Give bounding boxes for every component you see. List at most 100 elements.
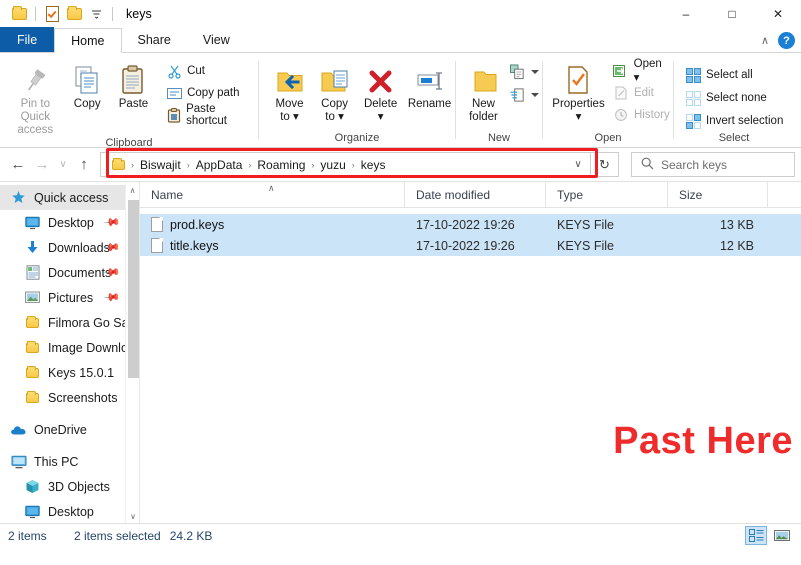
sidebar-item-3d-objects[interactable]: 3D Objects xyxy=(0,474,139,499)
table-row[interactable]: title.keys 17-10-2022 19:26 KEYS File 12… xyxy=(140,235,801,256)
scroll-up-arrow[interactable]: ∧ xyxy=(126,182,139,198)
label: Invert selection xyxy=(706,115,784,127)
scissors-icon xyxy=(166,63,182,79)
pin-icon[interactable]: 📌 xyxy=(103,288,122,307)
breadcrumb-item-biswajit[interactable]: Biswajit xyxy=(135,154,186,175)
3d-objects-icon xyxy=(24,478,41,495)
desktop-icon xyxy=(24,214,41,231)
sidebar-item-onedrive[interactable]: OneDrive xyxy=(0,417,139,442)
ribbon-toolbar: Pin to Quick access Copy Paste Cut Copy … xyxy=(0,53,801,149)
label2: to ▾ xyxy=(325,111,344,123)
breadcrumb-item-roaming[interactable]: Roaming xyxy=(252,154,310,175)
rename-button[interactable]: Rename xyxy=(404,59,455,111)
cut-button[interactable]: Cut xyxy=(163,61,258,81)
help-button[interactable]: ? xyxy=(778,32,795,49)
select-none-button[interactable]: Select none xyxy=(682,88,786,108)
up-button[interactable]: ↑ xyxy=(72,153,96,177)
delete-button[interactable]: Delete ▾ xyxy=(357,59,404,124)
breadcrumb-item-yuzu[interactable]: yuzu xyxy=(315,154,350,175)
pin-to-quick-access-button[interactable]: Pin to Quick access xyxy=(6,59,65,137)
copy-path-button[interactable]: Copy path xyxy=(163,83,258,103)
sidebar-item-desktop[interactable]: Desktop 📌 xyxy=(0,210,139,235)
properties-button[interactable]: Properties ▾ xyxy=(549,59,608,124)
select-all-button[interactable]: Select all xyxy=(682,65,786,85)
copy-button[interactable]: Copy xyxy=(65,59,110,111)
maximize-button[interactable]: □ xyxy=(709,0,755,28)
sidebar-item-pictures[interactable]: Pictures 📌 xyxy=(0,285,139,310)
new-item-button[interactable] xyxy=(507,63,542,81)
minimize-button[interactable]: ‒ xyxy=(663,0,709,28)
title-bar: keys ‒ □ ✕ xyxy=(0,0,801,28)
sidebar-item-this-pc[interactable]: This PC xyxy=(0,449,139,474)
new-folder-icon[interactable] xyxy=(63,4,85,24)
column-header-date-modified[interactable]: Date modified xyxy=(405,181,546,208)
folder-icon[interactable] xyxy=(8,4,30,24)
properties-icon xyxy=(565,61,591,95)
recent-locations-button[interactable]: ∨ xyxy=(54,153,72,177)
paste-here-annotation: Past Here xyxy=(613,420,793,462)
close-button[interactable]: ✕ xyxy=(755,0,801,28)
large-icons-view-button[interactable] xyxy=(771,526,793,545)
paste-shortcut-button[interactable]: Paste shortcut xyxy=(163,103,258,127)
edit-button[interactable]: Edit xyxy=(610,83,673,103)
file-type-cell: KEYS File xyxy=(557,217,614,232)
label: History xyxy=(633,109,670,121)
new-folder-button[interactable]: New folder xyxy=(462,59,505,124)
label: Name xyxy=(151,187,184,202)
scrollbar-thumb[interactable] xyxy=(128,200,139,378)
file-date-cell: 17-10-2022 19:26 xyxy=(416,238,515,253)
properties-icon[interactable] xyxy=(41,4,63,24)
customize-dropdown-icon[interactable] xyxy=(85,4,107,24)
breadcrumb-item-appdata[interactable]: AppData xyxy=(191,154,248,175)
label2: access xyxy=(17,124,54,136)
collapse-ribbon-icon[interactable]: ∧ xyxy=(761,34,769,47)
refresh-button[interactable]: ↻ xyxy=(591,152,619,177)
sidebar-item-filmora-go-save[interactable]: Filmora Go Save xyxy=(0,310,139,335)
label: Copy xyxy=(321,98,348,110)
tab-file[interactable]: File xyxy=(0,27,55,52)
column-header-name[interactable]: Name ∧ xyxy=(140,181,405,208)
file-explorer-window: keys ‒ □ ✕ File Home Share View ∧ ? Pin … xyxy=(0,0,801,565)
paste-button[interactable]: Paste xyxy=(110,59,157,111)
ribbon-tabs: File Home Share View ∧ ? xyxy=(0,27,801,53)
invert-selection-button[interactable]: Invert selection xyxy=(682,111,786,131)
address-bar[interactable]: › Biswajit › AppData › Roaming › yuzu › … xyxy=(100,152,591,177)
breadcrumb-item-keys[interactable]: keys xyxy=(356,154,391,175)
sidebar-item-image-download[interactable]: Image Download xyxy=(0,335,139,360)
easy-access-button[interactable] xyxy=(507,86,542,104)
sidebar-item-label: OneDrive xyxy=(34,422,87,437)
label: Move xyxy=(275,98,304,110)
address-dropdown-icon[interactable]: ∨ xyxy=(566,159,590,170)
open-button[interactable]: Open ▾ xyxy=(610,58,673,84)
move-to-button[interactable]: Move to ▾ xyxy=(267,59,312,124)
scroll-down-arrow[interactable]: ∨ xyxy=(126,508,139,523)
back-button[interactable]: ← xyxy=(6,153,30,177)
column-header-type[interactable]: Type xyxy=(546,181,668,208)
table-row[interactable]: prod.keys 17-10-2022 19:26 KEYS File 13 … xyxy=(140,214,801,235)
label: Open ▾ xyxy=(633,58,662,84)
forward-button[interactable]: → xyxy=(30,153,54,177)
sidebar-item-desktop-pc[interactable]: Desktop xyxy=(0,499,139,523)
label2: ▾ xyxy=(575,111,582,123)
tab-view[interactable]: View xyxy=(187,27,246,52)
column-header-size[interactable]: Size xyxy=(668,181,768,208)
tab-home[interactable]: Home xyxy=(54,28,122,53)
folder-icon xyxy=(24,364,41,381)
sidebar-item-keys-15-0-1[interactable]: Keys 15.0.1 xyxy=(0,360,139,385)
sidebar-scrollbar[interactable]: ∧ ∨ xyxy=(125,182,139,523)
easy-access-icon xyxy=(510,87,526,103)
pin-icon[interactable]: 📌 xyxy=(103,213,122,232)
sidebar-item-screenshots[interactable]: Screenshots xyxy=(0,385,139,410)
copy-to-button[interactable]: Copy to ▾ xyxy=(312,59,357,124)
tab-share[interactable]: Share xyxy=(122,27,187,52)
details-view-button[interactable] xyxy=(745,526,767,545)
star-pin-icon xyxy=(10,189,27,206)
history-button[interactable]: History xyxy=(610,105,673,125)
history-icon xyxy=(613,107,629,123)
sidebar-item-downloads[interactable]: Downloads 📌 xyxy=(0,235,139,260)
label: Pin to Quick xyxy=(20,98,50,123)
ribbon-group-select: Select all Select none Invert selection … xyxy=(674,53,801,148)
sidebar-item-documents[interactable]: Documents 📌 xyxy=(0,260,139,285)
sidebar-item-quick-access[interactable]: Quick access xyxy=(0,185,139,210)
search-box[interactable]: Search keys xyxy=(631,152,795,177)
